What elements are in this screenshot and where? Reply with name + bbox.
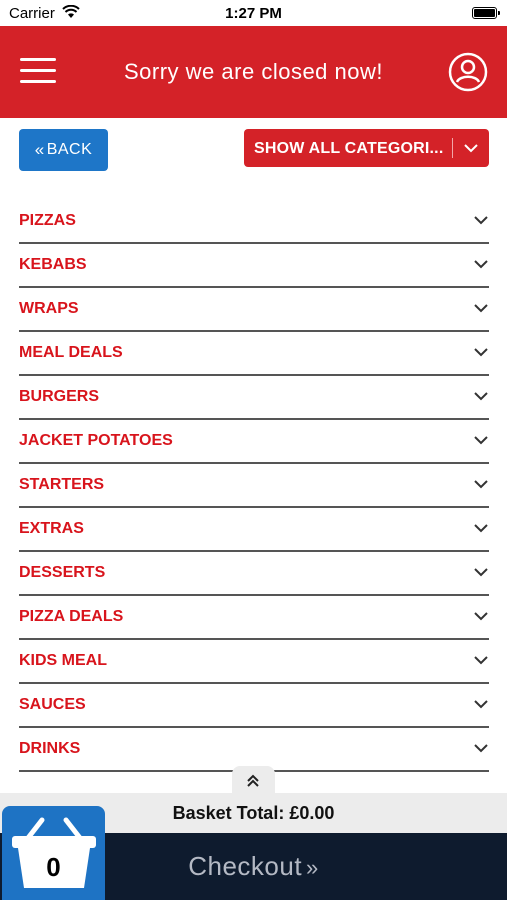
chevron-down-icon (474, 612, 488, 621)
basket-item-count: 0 (46, 852, 61, 882)
category-name: PIZZA DEALS (19, 608, 124, 625)
category-name: KIDS MEAL (19, 652, 107, 669)
category-row[interactable]: KEBABS (19, 244, 489, 288)
category-name: PIZZAS (19, 212, 76, 229)
checkout-label: Checkout (188, 851, 303, 881)
category-name: BURGERS (19, 388, 100, 405)
chevron-down-icon (474, 348, 488, 357)
chevron-down-icon (464, 144, 478, 153)
category-row[interactable]: JACKET POTATOES (19, 420, 489, 464)
basket-button[interactable]: 0 (2, 806, 105, 900)
double-chevron-right-icon: » (306, 855, 319, 880)
scroll-to-top-button[interactable] (232, 766, 275, 794)
category-row[interactable]: STARTERS (19, 464, 489, 508)
category-row[interactable]: PIZZAS (19, 200, 489, 244)
category-name: DRINKS (19, 740, 81, 757)
category-name: JACKET POTATOES (19, 432, 173, 449)
chevron-down-icon (474, 524, 488, 533)
category-row[interactable]: WRAPS (19, 288, 489, 332)
back-button[interactable]: « BACK (19, 129, 108, 171)
category-name: KEBABS (19, 256, 87, 273)
battery-icon (472, 7, 500, 19)
category-row[interactable]: KIDS MEAL (19, 640, 489, 684)
chevron-down-icon (474, 436, 488, 445)
category-row[interactable]: BURGERS (19, 376, 489, 420)
double-chevron-up-icon (247, 774, 259, 787)
category-filter-value: SHOW ALL CATEGORI... (254, 140, 444, 157)
closed-notice-title: Sorry we are closed now! (124, 59, 383, 84)
user-profile-icon[interactable] (448, 52, 488, 92)
back-button-label: BACK (46, 141, 93, 158)
category-filter-dropdown[interactable]: SHOW ALL CATEGORI... (244, 129, 489, 167)
chevron-down-icon (474, 304, 488, 313)
dropdown-divider (452, 138, 453, 158)
chevron-down-icon (474, 744, 488, 753)
category-row[interactable]: MEAL DEALS (19, 332, 489, 376)
chevron-down-icon (474, 700, 488, 709)
category-row[interactable]: PIZZA DEALS (19, 596, 489, 640)
category-row[interactable]: EXTRAS (19, 508, 489, 552)
category-list: PIZZAS KEBABS WRAPS MEAL DEALS BURGERS JACKET… (19, 200, 489, 772)
status-bar: Carrier 1:27 PM (0, 0, 507, 26)
chevron-down-icon (474, 480, 488, 489)
category-name: WRAPS (19, 300, 79, 317)
chevron-down-icon (474, 392, 488, 401)
category-row[interactable]: DESSERTS (19, 552, 489, 596)
category-row[interactable]: SAUCES (19, 684, 489, 728)
category-name: MEAL DEALS (19, 344, 123, 361)
app-header: Sorry we are closed now! (0, 26, 507, 118)
status-time: 1:27 PM (225, 5, 282, 22)
chevron-down-icon (474, 260, 488, 269)
category-name: SAUCES (19, 696, 86, 713)
double-chevron-left-icon: « (34, 140, 45, 159)
category-name: STARTERS (19, 476, 105, 493)
chevron-down-icon (474, 216, 488, 225)
chevron-down-icon (474, 656, 488, 665)
chevron-down-icon (474, 568, 488, 577)
category-name: EXTRAS (19, 520, 84, 537)
category-name: DESSERTS (19, 564, 106, 581)
